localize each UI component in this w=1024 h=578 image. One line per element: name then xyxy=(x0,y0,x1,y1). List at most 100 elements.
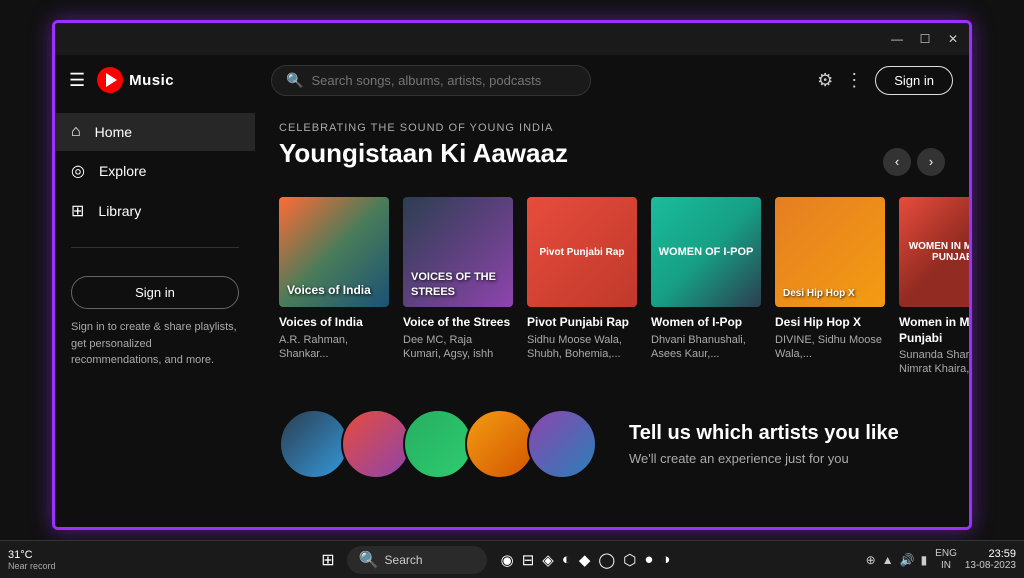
close-button[interactable]: ✕ xyxy=(945,31,961,47)
more-options-icon[interactable]: ⋮ xyxy=(845,70,863,91)
weather-info: 31°C Near record xyxy=(8,549,56,571)
sidebar-signin-button[interactable]: Sign in xyxy=(71,276,239,309)
card-subtitle-ipop: Dhvani Bhanushali, Asees Kaur,... xyxy=(651,333,761,362)
card-label-ipop: WOMEN OF I-POP xyxy=(655,242,758,262)
sidebar-label-library: Library xyxy=(98,203,141,219)
hamburger-icon[interactable]: ☰ xyxy=(69,70,85,91)
card-overlay-voices: Voices of India xyxy=(279,197,389,307)
prev-arrow-button[interactable]: ‹ xyxy=(883,148,911,176)
home-icon: ⌂ xyxy=(71,123,81,141)
artist-circle-2[interactable] xyxy=(341,409,411,479)
main-content: 🔍 ⚙ ⋮ Sign in CELEBRATING THE SOUND OF Y… xyxy=(255,55,969,527)
system-clock[interactable]: 23:59 13-08-2023 xyxy=(965,548,1016,571)
card-title-hiphop: Desi Hip Hop X xyxy=(775,315,885,331)
sidebar: ☰ Music ⌂ Home ◎ Explore xyxy=(55,55,255,527)
taskbar-icon-3[interactable]: ◈ xyxy=(542,551,554,569)
card-label-strees: VOICES OF THE STREES xyxy=(411,270,505,299)
top-bar-actions: ⚙ ⋮ Sign in xyxy=(817,66,953,95)
taskbar-icon-9[interactable]: ◑ xyxy=(661,551,670,568)
app-title: Music xyxy=(129,72,174,89)
yt-logo-icon xyxy=(97,67,123,93)
taskbar-icon-7[interactable]: ⬡ xyxy=(623,551,636,569)
topbar-signin-button[interactable]: Sign in xyxy=(875,66,953,95)
card-desi-hiphop[interactable]: Desi Hip Hop X Desi Hip Hop X DIVINE, Si… xyxy=(775,197,885,361)
taskbar: 31°C Near record ⊞ 🔍 Search ◉ ⊟ ◈ ◐ ◆ ◯ … xyxy=(0,540,1024,578)
card-image-punjabi: Pivot Punjabi Rap xyxy=(527,197,637,307)
weather-temp: 31°C xyxy=(8,549,56,561)
taskbar-icon-5[interactable]: ◆ xyxy=(579,551,591,569)
artist-circle-3[interactable] xyxy=(403,409,473,479)
clock-time: 23:59 xyxy=(988,548,1016,560)
sidebar-header: ☰ Music xyxy=(55,55,255,105)
card-subtitle-strees: Dee MC, Raja Kumari, Agsy, ishh xyxy=(403,333,513,362)
taskbar-search-bar[interactable]: 🔍 Search xyxy=(347,546,487,574)
card-subtitle-punjabi: Sidhu Moose Wala, Shubh, Bohemia,... xyxy=(527,333,637,362)
sys-icons: ⊕ ▲ 🔊 ▮ xyxy=(866,553,928,567)
card-women-ipop[interactable]: WOMEN OF I-POP Women of I-Pop Dhvani Bha… xyxy=(651,197,761,361)
sidebar-item-explore[interactable]: ◎ Explore xyxy=(55,151,255,191)
card-title-punjabi: Pivot Punjabi Rap xyxy=(527,315,637,331)
network-icon[interactable]: ⊕ xyxy=(866,553,876,567)
sidebar-divider xyxy=(71,247,239,248)
section-nav-arrows: ‹ › xyxy=(883,148,945,176)
artist-circle-1[interactable] xyxy=(279,409,349,479)
sidebar-item-home[interactable]: ⌂ Home xyxy=(55,113,255,151)
card-label-voices: Voices of India xyxy=(287,283,371,299)
explore-icon: ◎ xyxy=(71,161,85,181)
taskbar-icon-8[interactable]: ● xyxy=(644,551,653,568)
language-indicator: ENG IN xyxy=(935,548,957,572)
card-pivot-punjabi[interactable]: Pivot Punjabi Rap Pivot Punjabi Rap Sidh… xyxy=(527,197,637,361)
windows-start-button[interactable]: ⊞ xyxy=(315,546,340,574)
taskbar-icon-6[interactable]: ◯ xyxy=(598,551,615,569)
yt-music-logo: Music xyxy=(97,67,174,93)
card-image-ipop: WOMEN OF I-POP xyxy=(651,197,761,307)
section-nav: Youngistaan Ki Aawaaz ‹ › xyxy=(279,138,945,185)
card-image-strees: VOICES OF THE STREES xyxy=(403,197,513,307)
taskbar-search-text: Search xyxy=(385,553,423,567)
sidebar-label-home: Home xyxy=(95,124,132,140)
artist-circle-5[interactable] xyxy=(527,409,597,479)
app-body: ☰ Music ⌂ Home ◎ Explore xyxy=(55,55,969,527)
taskbar-right: ⊕ ▲ 🔊 ▮ ENG IN 23:59 13-08-2023 xyxy=(866,548,1016,572)
next-arrow-button[interactable]: › xyxy=(917,148,945,176)
card-title-ipop: Women of I-Pop xyxy=(651,315,761,331)
artist-circle-4[interactable] xyxy=(465,409,535,479)
battery-icon[interactable]: ▮ xyxy=(921,553,928,567)
library-icon: ⊞ xyxy=(71,201,84,221)
card-subtitle-voices: A.R. Rahman, Shankar... xyxy=(279,333,389,362)
card-label-hiphop: Desi Hip Hop X xyxy=(783,288,877,299)
artist-circles xyxy=(279,409,589,479)
title-bar-controls: — ☐ ✕ xyxy=(889,31,961,47)
taskbar-icon-2[interactable]: ⊟ xyxy=(522,551,535,569)
card-subtitle-women-music: Sunanda Sharma, Nimrat Khaira,... xyxy=(899,348,969,377)
taskbar-icon-1[interactable]: ◉ xyxy=(501,551,514,569)
artist-promo: Tell us which artists you like We'll cre… xyxy=(629,422,945,466)
signin-description: Sign in to create & share playlists, get… xyxy=(71,319,239,369)
taskbar-app-icons: ◉ ⊟ ◈ ◐ ◆ ◯ ⬡ ● ◑ xyxy=(501,551,671,569)
artist-promo-subtitle: We'll create an experience just for you xyxy=(629,451,945,466)
top-bar: 🔍 ⚙ ⋮ Sign in xyxy=(255,55,969,106)
section-title: Youngistaan Ki Aawaaz xyxy=(279,138,568,169)
card-label-women-music: WOMEN IN MUSIC: PUNJABI xyxy=(899,237,969,267)
taskbar-search-icon: 🔍 xyxy=(359,550,379,570)
maximize-button[interactable]: ☐ xyxy=(917,31,933,47)
taskbar-icon-4[interactable]: ◐ xyxy=(562,551,571,568)
volume-icon[interactable]: 🔊 xyxy=(900,553,915,567)
card-title-strees: Voice of the Strees xyxy=(403,315,513,331)
search-input[interactable] xyxy=(311,73,576,88)
card-voice-strees[interactable]: VOICES OF THE STREES Voice of the Strees… xyxy=(403,197,513,361)
sidebar-label-explore: Explore xyxy=(99,163,146,179)
clock-date: 13-08-2023 xyxy=(965,560,1016,571)
settings-icon[interactable]: ⚙ xyxy=(817,70,833,91)
minimize-button[interactable]: — xyxy=(889,31,905,47)
card-label-punjabi: Pivot Punjabi Rap xyxy=(535,243,628,262)
wifi-icon[interactable]: ▲ xyxy=(882,553,894,567)
signin-section: Sign in Sign in to create & share playli… xyxy=(55,260,255,385)
card-voices-of-india[interactable]: Voices of India Voices of India A.R. Rah… xyxy=(279,197,389,361)
search-bar[interactable]: 🔍 xyxy=(271,65,591,96)
card-women-music[interactable]: WOMEN IN MUSIC: PUNJABI Women in Music: … xyxy=(899,197,969,377)
sidebar-item-library[interactable]: ⊞ Library xyxy=(55,191,255,231)
desktop: — ☐ ✕ ☰ Music ⌂ Home xyxy=(0,0,1024,578)
card-title-women-music: Women in Music: Punjabi xyxy=(899,315,969,346)
card-image-women-music: WOMEN IN MUSIC: PUNJABI xyxy=(899,197,969,307)
